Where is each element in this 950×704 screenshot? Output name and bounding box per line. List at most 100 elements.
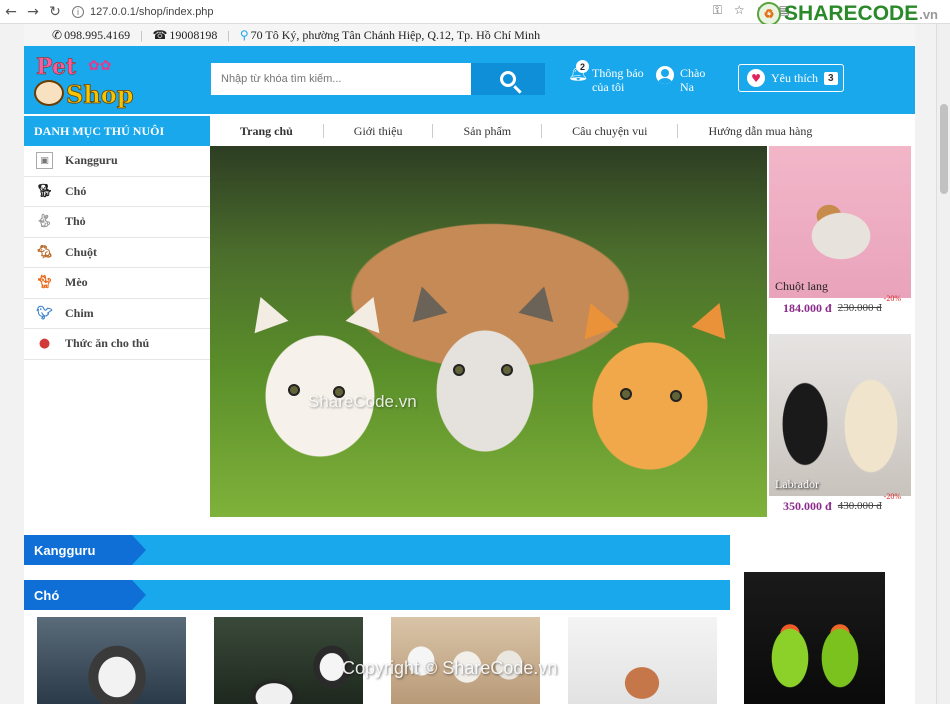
scrollbar-thumb[interactable] (940, 104, 948, 194)
user-name: Na (680, 80, 694, 94)
search-button[interactable] (471, 63, 545, 95)
address-contact: ⚲ 70 Tô Ký, phường Tân Chánh Hiệp, Q.12,… (240, 28, 540, 43)
paw-icon: ✿✿ (88, 58, 112, 74)
sidebar-item-label: Chim (65, 305, 94, 320)
main-menu: Trang chủ Giới thiệu Sản phẩm Câu chuyện… (210, 116, 915, 146)
menu-item-guide[interactable]: Hướng dẫn mua hàng (678, 124, 842, 138)
category-sidebar: DANH MỤC THÚ NUÔI ▣ Kangguru 🐕︎ Chó 🐇︎ T… (24, 116, 210, 360)
menu-item-about[interactable]: Giới thiệu (324, 124, 434, 138)
search-input[interactable] (211, 63, 471, 95)
sidebar-item-label: Chuột (65, 244, 98, 259)
section-title[interactable]: Chó (24, 580, 146, 610)
section-title[interactable]: Kangguru (24, 535, 146, 565)
product-image[interactable]: Labrador (769, 334, 911, 496)
kitten-ear (573, 296, 619, 340)
section-header-cho: Chó (24, 580, 730, 610)
sidebar-item-kangguru[interactable]: ▣ Kangguru (24, 146, 210, 177)
kitten-eye (501, 364, 513, 376)
kitten-ear (691, 296, 737, 340)
menu-item-products[interactable]: Sản phẩm (433, 124, 543, 138)
sidebar-item-label: Mèo (65, 275, 88, 290)
kitten-eye (453, 364, 465, 376)
search-icon (500, 71, 516, 87)
search-form (211, 63, 546, 95)
reload-icon[interactable]: ↻ (44, 1, 66, 23)
sidebar-item-chim[interactable]: 🐦︎ Chim (24, 299, 210, 329)
key-icon[interactable]: ⚿ (713, 3, 722, 18)
product-thumbnail[interactable] (214, 617, 363, 704)
divider: | (227, 27, 230, 42)
kitten-ear (518, 281, 562, 323)
user-icon (656, 66, 674, 84)
menu-item-home[interactable]: Trang chủ (210, 124, 324, 138)
section-header-kangguru: Kangguru (24, 535, 730, 565)
map-marker-icon: ⚲ (239, 27, 249, 42)
sharecode-logo-text: SHARECODE (784, 2, 919, 25)
contact-bar: ✆ 098.995.4169 | ☎ 19008198 | ⚲ 70 Tô Ký… (24, 24, 915, 46)
product-thumbnail[interactable] (568, 617, 717, 704)
kitten-ear (404, 281, 448, 323)
telephone-icon: ☎ (152, 27, 168, 42)
page-scrollbar[interactable] (936, 24, 950, 704)
notifications-label: Thông báo của tôi (592, 66, 644, 94)
site-header: Pet ✿✿ Shop 🔔︎2 Thông báo của tôi Chào N… (24, 46, 915, 114)
sidebar-item-label: Thức ăn cho thú (65, 336, 150, 351)
sidebar-item-label: Chó (65, 183, 87, 198)
discount-badge: -20% (883, 294, 901, 303)
menu-item-stories[interactable]: Câu chuyện vui (542, 124, 679, 138)
hotline-contact[interactable]: ☎ 19008198 (152, 28, 217, 43)
address-bar[interactable]: i 127.0.0.1/shop/index.php (72, 2, 712, 22)
phone-contact[interactable]: ✆ 098.995.4169 (52, 28, 130, 43)
notifications-label-line1: Thông báo (592, 66, 644, 80)
user-account-button[interactable]: Chào Na (656, 66, 705, 94)
product-thumbnail[interactable] (37, 617, 186, 704)
heart-icon: ♥ (747, 69, 765, 87)
sharecode-logo-tld: .vn (919, 6, 938, 22)
pet-face-icon (34, 80, 64, 106)
back-icon[interactable]: ← (0, 1, 22, 23)
hero-banner-image[interactable]: ShareCode.vn (210, 146, 767, 517)
browser-toolbar: ← → ↻ i 127.0.0.1/shop/index.php ⚿ ☆ ≡ ▤… (0, 0, 950, 26)
notifications-button[interactable]: 🔔︎ 2 Thông báo của tôi (568, 60, 644, 94)
notification-count-badge: 2 (576, 60, 589, 73)
sidebar-title: DANH MỤC THÚ NUÔI (24, 116, 210, 146)
promo-bird-image[interactable] (744, 572, 885, 704)
sidebar-item-meo[interactable]: 🐈︎ Mèo (24, 268, 210, 299)
star-icon[interactable]: ☆ (734, 3, 745, 18)
product-image[interactable]: Chuột lang (769, 146, 911, 298)
banner-watermark: ShareCode.vn (308, 392, 417, 411)
kitten-ear (243, 290, 289, 334)
product-name: Chuột lang (775, 279, 828, 293)
wishlist-button[interactable]: ♥ Yêu thích 3 (738, 64, 844, 92)
sidebar-item-tho[interactable]: 🐇︎ Thỏ (24, 207, 210, 238)
kitten-ear (345, 290, 391, 334)
bird-icon: 🐦︎ (36, 305, 53, 321)
petshop-logo[interactable]: Pet ✿✿ Shop (32, 52, 144, 110)
wishlist-label: Yêu thích (771, 70, 818, 85)
logo-pet-text: Pet (36, 54, 77, 81)
user-greeting: Chào Na (680, 66, 705, 94)
bell-icon: 🔔︎ 2 (568, 60, 589, 82)
product-old-price: 430.000 đ (837, 500, 882, 512)
sharecode-logo-icon: ♻ (757, 2, 782, 26)
sidebar-item-chuot[interactable]: 🐁︎ Chuột (24, 238, 210, 268)
product-price-row: 184.000 đ 230.000 đ -20% (769, 294, 911, 318)
kangaroo-icon: ▣ (36, 152, 53, 170)
site-info-icon[interactable]: i (72, 5, 84, 18)
address-text: 70 Tô Ký, phường Tân Chánh Hiệp, Q.12, T… (250, 27, 541, 42)
product-price: 350.000 đ (783, 498, 832, 513)
phone-icon: ✆ (52, 27, 63, 42)
sidebar-item-thuc-an[interactable]: ● Thức ăn cho thú (24, 329, 210, 360)
sidebar-item-cho[interactable]: 🐕︎ Chó (24, 177, 210, 207)
user-greeting-line1: Chào (680, 66, 706, 80)
divider: | (140, 27, 143, 42)
hotline-text: 19008198 (169, 27, 218, 42)
cat-icon: 🐈︎ (36, 275, 53, 291)
side-product-card[interactable]: Chuột lang 184.000 đ 230.000 đ -20% (769, 146, 911, 318)
forward-icon[interactable]: → (22, 1, 44, 23)
phone-text: 098.995.4169 (64, 27, 131, 42)
kitten-eye (620, 388, 632, 400)
side-product-card[interactable]: Labrador 350.000 đ 430.000 đ -20% (769, 334, 911, 516)
sidebar-item-label: Kangguru (65, 153, 118, 168)
kitten-eye (288, 384, 300, 396)
